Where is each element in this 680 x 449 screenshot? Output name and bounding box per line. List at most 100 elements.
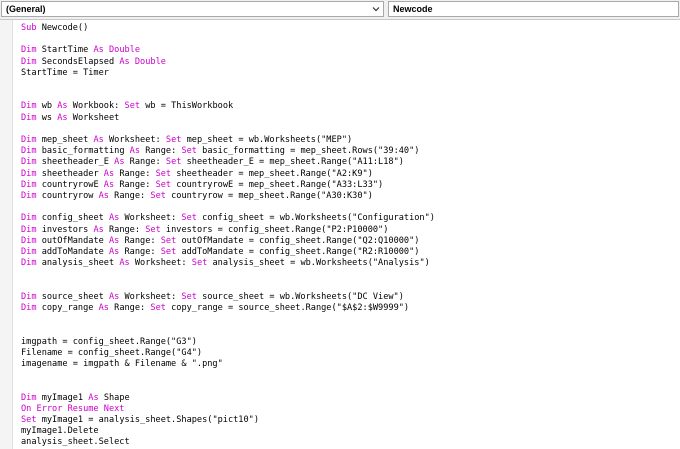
- code-line: On Error Resume Next: [21, 404, 124, 415]
- code-line: Dim copy_range As Range: Set copy_range …: [21, 303, 409, 314]
- code-keyword: As: [57, 112, 68, 123]
- code-text: basic_formatting = mep_sheet.Rows("39:40…: [196, 146, 420, 157]
- code-line: Dim outOfMandate As Range: Set outOfMand…: [21, 236, 419, 247]
- code-text: countryrow: [36, 191, 99, 201]
- code-keyword: Set: [145, 224, 161, 235]
- code-keyword: Dim: [21, 179, 37, 190]
- code-keyword: Set: [155, 168, 172, 179]
- margin-indicator-bar[interactable]: [0, 20, 13, 449]
- code-keyword: Dim: [21, 135, 37, 145]
- code-line: Dim StartTime As Double: [21, 45, 140, 56]
- code-keyword: As: [93, 45, 104, 56]
- code-text: analysis_sheet = wb.Worksheets("Analysis…: [207, 258, 430, 269]
- code-text: Range:: [119, 247, 161, 257]
- code-keyword: Dim: [21, 112, 37, 123]
- code-keyword: Dim: [21, 56, 37, 67]
- code-keyword: Dim: [21, 146, 37, 157]
- code-text: config_sheet: [36, 213, 109, 224]
- code-keyword: As: [108, 235, 120, 246]
- code-text: source_sheet = wb.Worksheets("DC View"): [196, 291, 404, 302]
- code-line: Dim analysis_sheet As Worksheet: Set ana…: [21, 258, 430, 269]
- code-line: imagename = imgpath & Filename & ".png": [21, 359, 223, 370]
- code-text: outOfMandate: [36, 235, 109, 246]
- code-line: Dim basic_formatting As Range: Set basic…: [21, 146, 419, 157]
- code-line: analysis_sheet.Select: [21, 437, 130, 448]
- code-keyword: As: [93, 135, 104, 145]
- code-text: Range:: [119, 235, 161, 246]
- code-text: ws: [36, 112, 58, 123]
- code-text: imgpath = config_sheet.Range("G3"): [21, 336, 197, 347]
- code-keyword: As: [108, 247, 120, 257]
- code-keyword: Dim: [21, 45, 37, 56]
- chevron-down-icon: [372, 7, 380, 12]
- code-line: Dim myImage1 As Shape: [21, 393, 130, 404]
- code-text: countryrowE: [36, 179, 104, 190]
- code-line: myImage1.Delete: [21, 426, 99, 437]
- code-line: StartTime = Timer: [21, 68, 109, 79]
- code-line: Dim mep_sheet As Worksheet: Set mep_shee…: [21, 135, 352, 146]
- code-keyword: Dim: [21, 258, 37, 269]
- code-keyword: Set: [181, 213, 197, 224]
- code-keyword: As: [114, 157, 125, 168]
- code-line: Dim source_sheet As Worksheet: Set sourc…: [21, 292, 404, 303]
- code-keyword: Dim: [21, 235, 37, 246]
- code-line: Filename = config_sheet.Range("G4"): [21, 348, 202, 359]
- code-text: Worksheet:: [119, 291, 182, 302]
- code-line: Dim addToMandate As Range: Set addToMand…: [21, 247, 419, 258]
- procedure-dropdown-value: Newcode: [393, 4, 433, 14]
- code-text: wb: [36, 101, 58, 112]
- code-line: Dim ws As Worksheet: [21, 113, 119, 124]
- code-keyword: Dim: [21, 191, 37, 201]
- code-keyword: Set: [150, 303, 166, 313]
- code-keyword: On Error Resume Next: [21, 403, 125, 414]
- code-text: mep_sheet = wb.Worksheets("MEP"): [181, 135, 353, 145]
- code-line: Dim countryrowE As Range: Set countryrow…: [21, 180, 383, 191]
- code-keyword: Dim: [21, 224, 37, 235]
- code-keyword: Dim: [21, 303, 37, 313]
- code-keyword: As: [108, 291, 120, 302]
- code-text: Range:: [124, 157, 166, 168]
- code-text: sheetheader_E: [36, 157, 115, 168]
- code-keyword: Set: [181, 146, 197, 157]
- code-keyword: As: [103, 179, 115, 190]
- code-keyword: Double: [134, 56, 166, 67]
- code-keyword: Set: [150, 191, 166, 201]
- code-keyword: Set: [191, 258, 208, 269]
- code-text: Newcode(): [36, 23, 89, 33]
- code-text: Range:: [108, 191, 151, 201]
- code-text: myImage1 = analysis_sheet.Shapes("pict10…: [36, 415, 260, 425]
- code-line: Dim config_sheet As Worksheet: Set confi…: [21, 213, 435, 224]
- code-text: wb = ThisWorkbook: [140, 101, 234, 112]
- code-line: Dim investors As Range: Set investors = …: [21, 225, 388, 236]
- code-keyword: As: [88, 392, 99, 403]
- code-text: sheetheader: [36, 168, 104, 179]
- code-text: sheetheader_E = mep_sheet.Range("A11:L18…: [181, 157, 404, 168]
- code-text: copy_range = source_sheet.Range("$A$2:$W…: [165, 303, 410, 313]
- code-text: countryrow = mep_sheet.Range("A30:K30"): [165, 191, 373, 201]
- code-line: Sub Newcode(): [21, 23, 88, 34]
- code-editor[interactable]: Sub Newcode() Dim StartTime As Double Dim …: [0, 19, 680, 449]
- code-line: Set myImage1 = analysis_sheet.Shapes("pi…: [21, 415, 259, 426]
- code-keyword: Set: [160, 247, 177, 257]
- procedure-dropdown[interactable]: Newcode: [388, 1, 679, 17]
- code-line: Dim wb As Workbook: Set wb = ThisWorkboo…: [21, 101, 233, 112]
- object-dropdown[interactable]: (General): [1, 1, 384, 17]
- code-text: Worksheet:: [119, 213, 182, 224]
- code-text: myImage1: [36, 392, 89, 403]
- code-text: outOfMandate = config_sheet.Range("Q2:Q1…: [176, 235, 420, 246]
- code-line: Dim sheetheader_E As Range: Set sheethea…: [21, 157, 404, 168]
- code-text: SecondsElapsed: [36, 56, 120, 67]
- code-text: addToMandate: [36, 247, 109, 257]
- code-keyword: Set: [165, 157, 182, 168]
- code-keyword: Dim: [21, 157, 37, 168]
- code-line: Dim countryrow As Range: Set countryrow …: [21, 191, 373, 202]
- code-keyword: Double: [109, 45, 141, 56]
- code-text: imagename = imgpath & Filename & ".png": [21, 359, 223, 369]
- code-line: Dim SecondsElapsed As Double: [21, 57, 166, 68]
- vba-editor-toolbar: (General) Newcode: [0, 0, 680, 19]
- code-text: StartTime = Timer: [21, 67, 109, 78]
- code-text: Workbook:: [67, 101, 125, 112]
- code-keyword: Set: [21, 415, 37, 425]
- code-keyword: As: [93, 224, 104, 235]
- code-keyword: As: [57, 101, 68, 112]
